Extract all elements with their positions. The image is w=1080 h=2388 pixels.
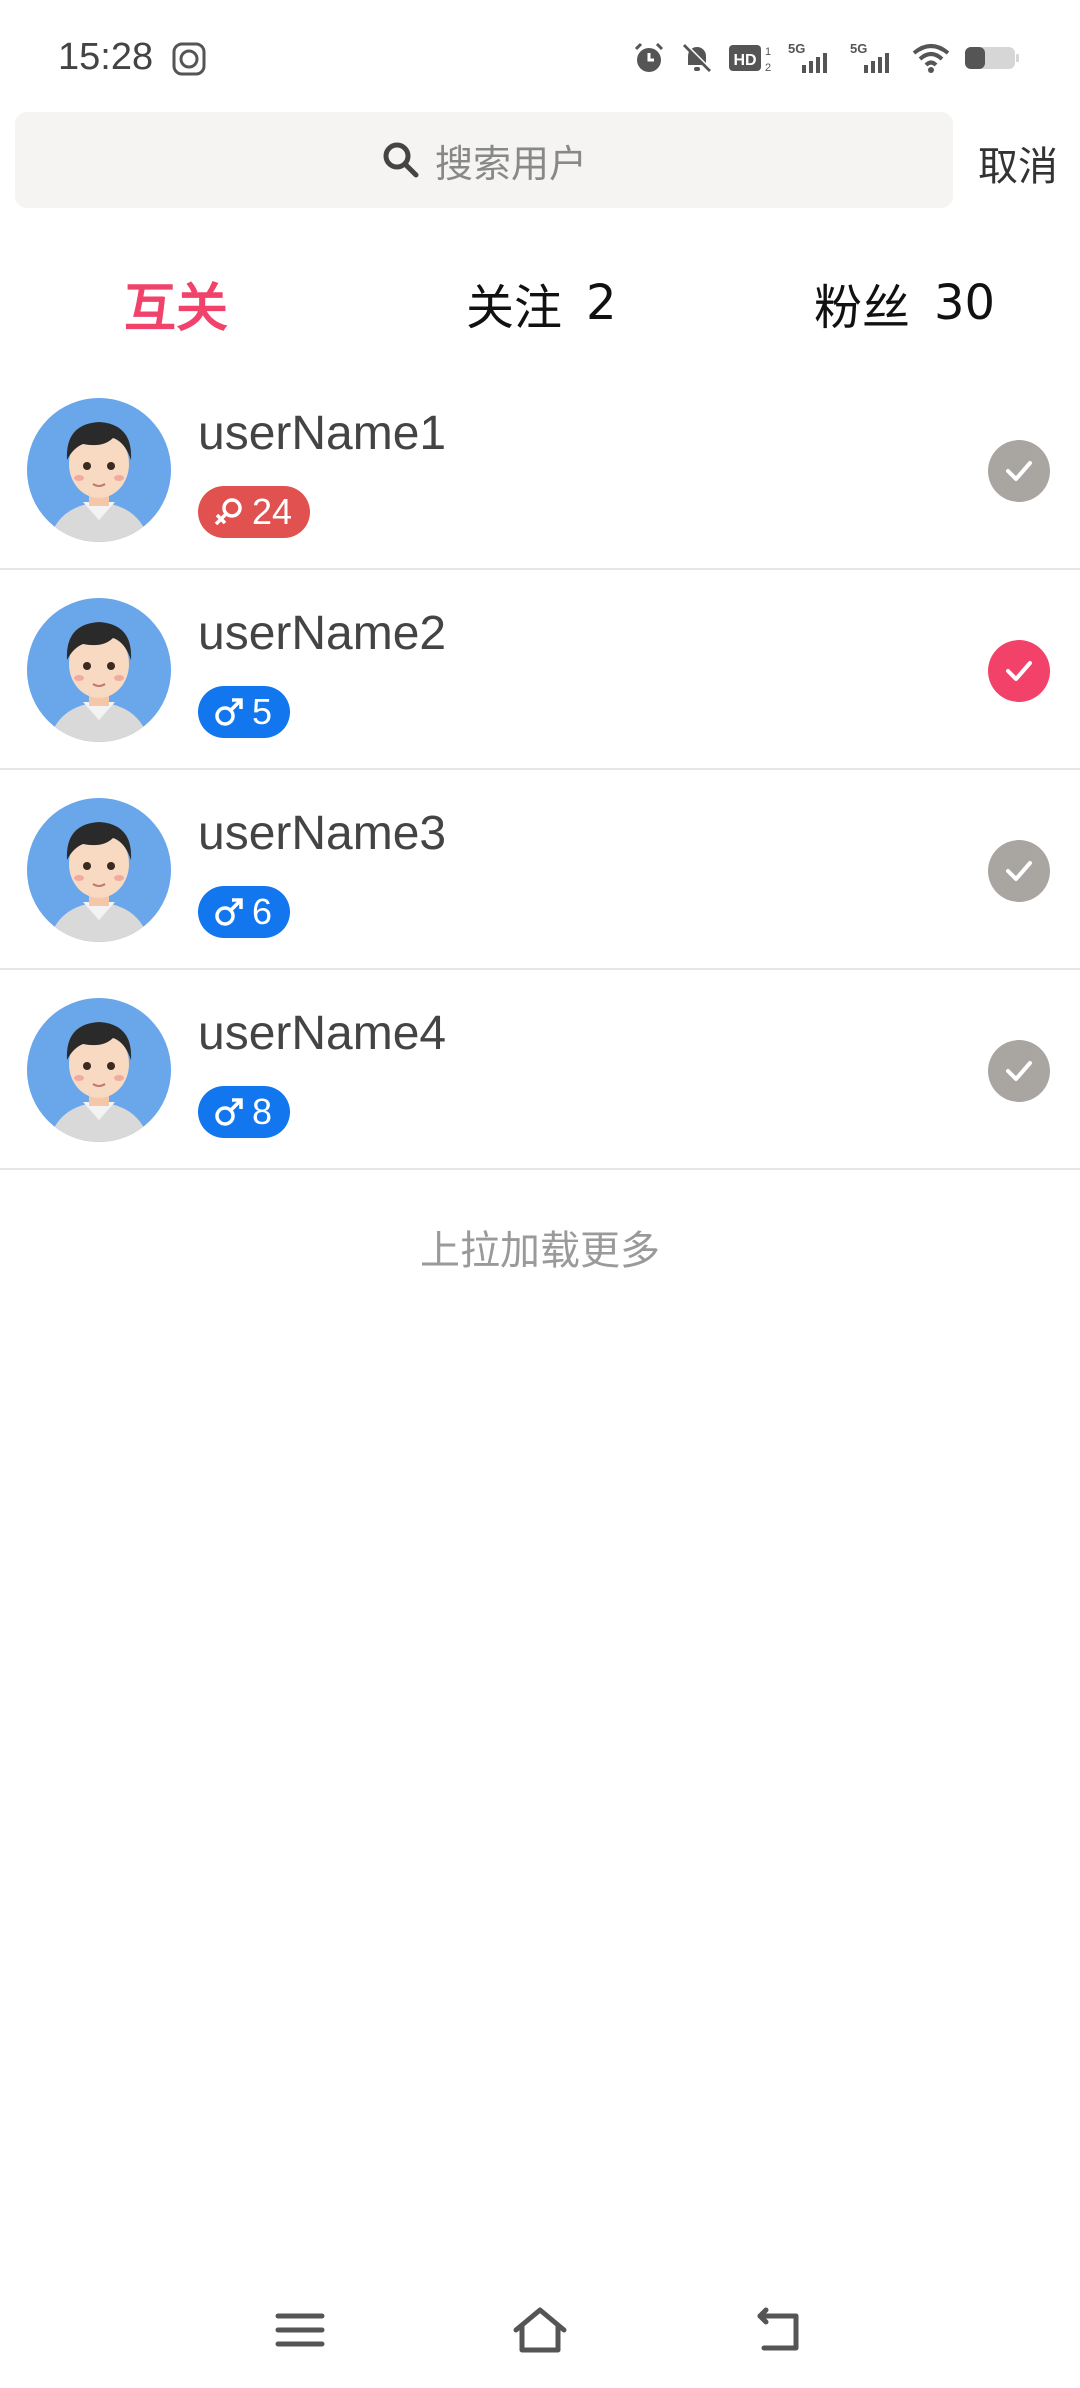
age-label: 8 <box>252 1091 273 1132</box>
male-icon <box>215 898 243 926</box>
avatar <box>27 798 171 942</box>
select-checkbox[interactable] <box>988 440 1050 502</box>
username: userName4 <box>198 1007 447 1060</box>
list-item[interactable]: userName2 5 <box>0 570 1080 770</box>
user-list: userName1 24 userName2 5 userName3 6 use… <box>0 370 1080 1170</box>
back-icon[interactable] <box>750 2300 810 2360</box>
menu-icon[interactable] <box>270 2300 330 2360</box>
check-icon <box>1006 1061 1032 1081</box>
list-item[interactable]: userName3 6 <box>0 770 1080 970</box>
signal-5g-icon: 5G <box>850 41 889 73</box>
tab-bar: 互关 关注 2 粉丝 30 <box>0 258 1080 348</box>
avatar <box>27 598 171 742</box>
male-icon <box>215 698 243 726</box>
username: userName3 <box>198 807 447 860</box>
list-item[interactable]: userName1 24 <box>0 370 1080 570</box>
home-icon[interactable] <box>510 2300 570 2360</box>
tab-fans[interactable]: 粉丝 30 <box>814 258 995 348</box>
battery-icon <box>965 47 1019 69</box>
search-input[interactable]: 搜索用户 <box>15 112 953 208</box>
status-time: 15:28 <box>58 36 154 78</box>
age-label: 24 <box>252 491 293 532</box>
tab-label: 互关 <box>124 278 229 339</box>
avatar <box>27 398 171 542</box>
search-icon <box>383 142 419 178</box>
gender-age-badge: 5 <box>198 686 291 738</box>
tab-following[interactable]: 关注 2 <box>466 258 617 348</box>
hd-icon: HD 1 2 <box>729 45 771 74</box>
wifi-icon <box>912 44 950 73</box>
load-more-hint: 上拉加载更多 <box>420 1228 660 1274</box>
check-icon <box>1006 661 1032 681</box>
app-notification-icon <box>172 42 206 76</box>
select-checkbox[interactable] <box>988 840 1050 902</box>
check-icon <box>1006 461 1032 481</box>
tab-mutual[interactable]: 互关 <box>124 258 228 348</box>
list-item[interactable]: userName4 8 <box>0 970 1080 1170</box>
tab-count: 2 <box>586 275 617 331</box>
svg-text:HD: HD <box>733 52 756 69</box>
search-row: 搜索用户 取消 <box>0 112 1080 212</box>
svg-text:2: 2 <box>765 62 771 74</box>
alarm-icon <box>634 42 664 72</box>
age-label: 5 <box>252 691 273 732</box>
female-icon <box>214 498 242 526</box>
svg-text:1: 1 <box>765 46 771 58</box>
select-checkbox[interactable] <box>988 1040 1050 1102</box>
mute-icon <box>682 43 712 73</box>
tab-label: 关注 <box>466 280 563 336</box>
system-nav-bar <box>0 2280 1080 2388</box>
search-placeholder: 搜索用户 <box>434 141 587 186</box>
select-checkbox[interactable] <box>988 640 1050 702</box>
age-label: 6 <box>252 891 273 932</box>
tab-count: 30 <box>934 275 996 331</box>
status-icons: HD 1 2 5G 5G <box>632 40 1020 76</box>
svg-text:5G: 5G <box>850 41 867 56</box>
gender-age-badge: 8 <box>198 1086 291 1138</box>
gender-age-badge: 24 <box>198 486 311 538</box>
avatar <box>27 998 171 1142</box>
status-bar: 15:28 HD 1 2 5G 5G <box>0 0 1080 110</box>
tab-label: 粉丝 <box>814 280 911 336</box>
username: userName1 <box>198 407 447 460</box>
cancel-button[interactable]: 取消 <box>978 134 1058 192</box>
signal-5g-icon: 5G <box>788 41 827 73</box>
gender-age-badge: 6 <box>198 886 291 938</box>
username: userName2 <box>198 607 447 660</box>
male-icon <box>215 1098 243 1126</box>
check-icon <box>1006 861 1032 881</box>
svg-text:5G: 5G <box>788 41 805 56</box>
